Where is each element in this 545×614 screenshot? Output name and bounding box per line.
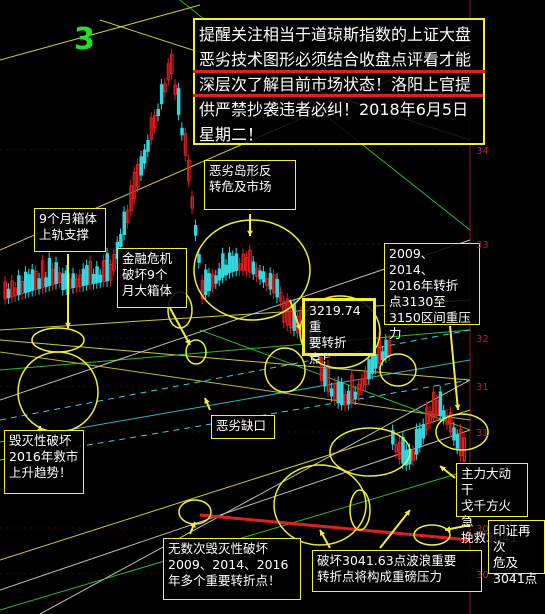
candle-body (37, 278, 41, 290)
candle-body (105, 253, 109, 282)
candle-body (261, 271, 266, 283)
price-tick: 33 (476, 240, 489, 251)
price-tick: 32 (476, 334, 489, 345)
candle-body (323, 368, 327, 387)
price-tick: 31 (476, 382, 489, 393)
annotation-island-reversal: 恶劣岛形反 转危及市场 (204, 160, 296, 210)
price-tick: 31 (476, 428, 489, 439)
dashed-trend-line (0, 329, 471, 421)
candle-body (258, 270, 262, 280)
candle-body (207, 273, 211, 292)
candle-body (340, 383, 344, 406)
annotation-arrow-head (454, 404, 461, 410)
candle-body (336, 381, 341, 404)
candle-body (227, 252, 232, 274)
candle-body (346, 390, 351, 405)
highlight-ellipse (264, 347, 306, 393)
candle-body (23, 271, 28, 294)
annotation-financial-crisis: 金融危机 破坏9个 月大箱体 (117, 248, 187, 308)
highlight-ellipse (178, 499, 212, 525)
price-tick: 30 (476, 570, 489, 581)
trend-line (0, 4, 201, 61)
annotation-years-pressure: 2009、2014、 2016年转折 点3130至3150区间重压力 (384, 243, 480, 341)
candle-body (234, 253, 239, 271)
annotation-destroy-many: 无数次毁灭性破坏 2009、2014、2016 年多个重要转折点！ (163, 538, 301, 600)
annotation-key-point-3219: 3219.74重 要转折点！ (302, 298, 376, 366)
trend-line (0, 339, 471, 381)
candle-body (91, 274, 96, 285)
candle-body (159, 84, 164, 105)
candle-body (17, 275, 21, 296)
candle-body (30, 269, 35, 292)
candle-body (329, 388, 334, 397)
candle-body (6, 288, 11, 299)
candle-body (204, 269, 208, 296)
candle-body (95, 266, 99, 284)
candle-body (27, 274, 31, 293)
candle-body (224, 264, 228, 276)
candle-body (71, 273, 75, 289)
candle-body (374, 353, 378, 369)
candle-body (275, 278, 279, 298)
candle-body (44, 277, 48, 288)
annotation-rescue-3041: 主力大动干 戈千方火急 挽救3041 (456, 463, 528, 545)
candle-body (81, 268, 86, 287)
notice-underline-2 (193, 94, 483, 97)
candle-body (146, 139, 150, 152)
annotation-verify-3041: 印证再次 危及 3041点 (488, 520, 545, 586)
figure-number: 3 (74, 22, 95, 57)
candle-body (452, 427, 456, 441)
annotation-arrow (379, 509, 411, 549)
annotation-arrow-head (247, 230, 253, 236)
candle-body (85, 265, 89, 286)
candle-body (98, 274, 103, 283)
price-tick: 34 (476, 146, 489, 157)
candle-body (418, 428, 422, 447)
candle-body (414, 428, 419, 455)
candle-body (442, 410, 446, 420)
annotation-arrow (169, 307, 191, 346)
candle-body (54, 262, 58, 284)
chart-stage: 3 提醒关注相当于道琼斯指数的上证大盘恶劣技术图形必须结合收盘点评看才能深层次了… (0, 0, 545, 614)
candle-body (61, 273, 65, 291)
candle-body (142, 149, 147, 164)
candle-body (384, 339, 388, 358)
candle-body (156, 108, 160, 116)
candle-body (214, 275, 218, 284)
candle-body (367, 359, 371, 380)
candle-body (139, 156, 143, 176)
annotation-gap: 恶劣缺口 (211, 415, 275, 439)
candle-body (353, 391, 358, 400)
highlight-ellipse (17, 351, 99, 433)
candle-body (176, 88, 181, 115)
candle-body (401, 436, 405, 464)
candle-body (217, 268, 222, 281)
candle-body (47, 258, 52, 287)
candle-body (251, 261, 256, 275)
candle-body (421, 423, 426, 439)
candle-body (231, 255, 235, 272)
candle-body (119, 234, 123, 247)
notice-box: 提醒关注相当于道琼斯指数的上证大盘恶劣技术图形必须结合收盘点评看才能深层次了解目… (193, 18, 485, 145)
candle-body (380, 351, 385, 361)
candle-body (180, 127, 184, 136)
annotation-break-3041: 破坏3041.63点波浪重要 转折点将构成重磅压力 (312, 550, 482, 592)
candle-body (197, 254, 201, 263)
candle-body (122, 211, 126, 236)
candle-body (221, 253, 225, 278)
notice-underline-1 (193, 70, 485, 73)
annotation-arrow (449, 325, 459, 411)
highlight-ellipse (31, 327, 85, 353)
candle-body (438, 391, 443, 417)
annotation-destroy-2016: 毁灭性破坏 2016年救市 上升趋势！ (4, 430, 84, 494)
candle-body (455, 434, 460, 449)
candle-body (193, 224, 198, 236)
candle-body (268, 272, 273, 290)
price-tick: 30 (476, 524, 489, 535)
annotation-box-top-support: 9个月箱体 上轨支撑 (34, 208, 106, 252)
